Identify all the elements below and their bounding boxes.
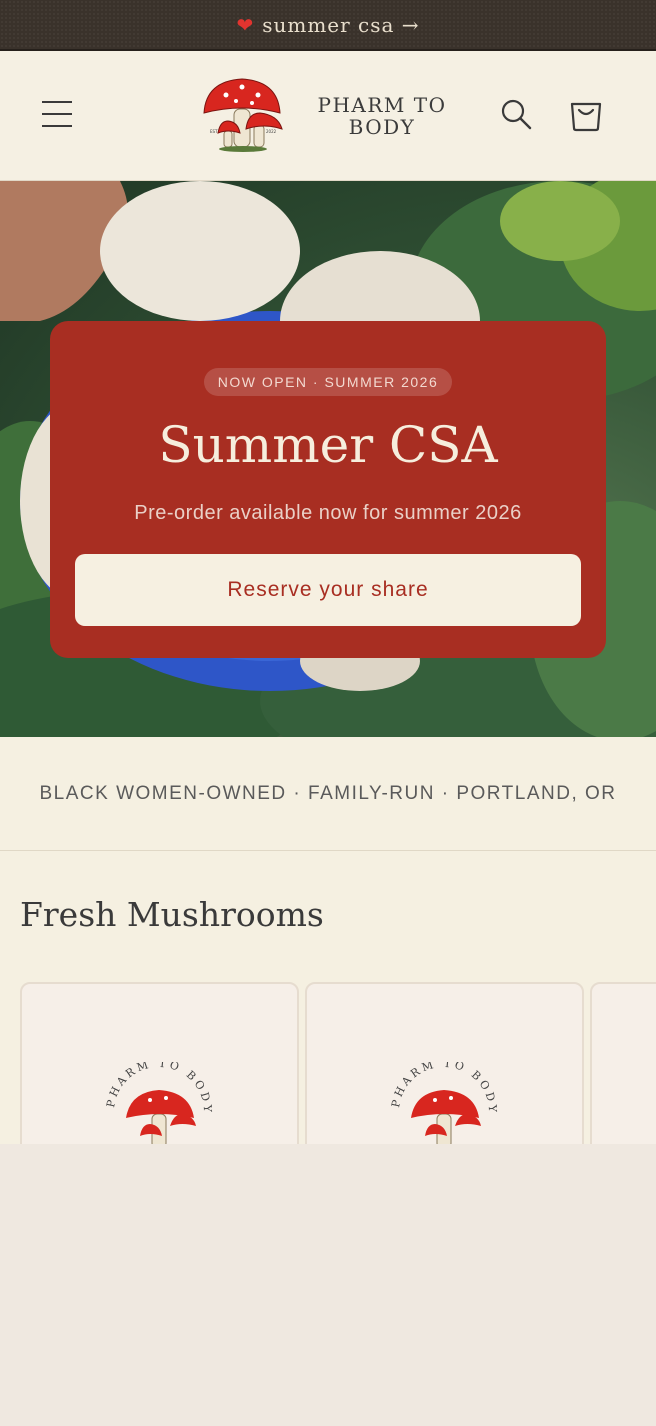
mushroom-logo-icon: PHARM TO BODY [104, 1062, 211, 1144]
svg-text:EST: EST [210, 129, 218, 134]
mushroom-logo-icon: PHARM TO BODY [389, 1062, 496, 1144]
heart-icon: ❤ [236, 12, 255, 37]
reserve-share-button[interactable]: Reserve your share [75, 554, 581, 626]
product-card[interactable]: PHARM TO BODY [305, 982, 584, 1144]
announcement-bar: ❤ summer csa → [0, 0, 656, 51]
section-title: Fresh Mushrooms [20, 895, 324, 934]
site-header: EST 2022 PHARM TO BODY [0, 51, 656, 181]
tagline-bar: BLACK WOMEN-OWNED · FAMILY-RUN · PORTLAN… [0, 737, 656, 851]
hero-subtitle: Pre-order available now for summer 2026 [134, 502, 522, 524]
tagline-text: BLACK WOMEN-OWNED · FAMILY-RUN · PORTLAN… [39, 782, 617, 804]
product-card[interactable]: PHARM TO BODY [20, 982, 299, 1144]
svg-text:2022: 2022 [266, 129, 277, 134]
cart-icon[interactable] [568, 96, 604, 132]
menu-button[interactable] [38, 97, 78, 133]
page-background [0, 1144, 656, 1426]
hero-title: Summer CSA [158, 416, 498, 474]
hero-banner: NOW OPEN · SUMMER 2026 Summer CSA Pre-or… [0, 181, 656, 737]
mushroom-logo-icon[interactable]: EST 2022 [196, 73, 290, 159]
brand-name[interactable]: PHARM TO BODY [312, 94, 452, 138]
search-icon[interactable] [499, 97, 533, 131]
announcement-link[interactable]: ❤ summer csa → [236, 13, 419, 37]
announcement-text: summer csa → [262, 12, 420, 37]
product-card[interactable] [590, 982, 656, 1144]
fresh-mushrooms-section: Fresh Mushrooms PHARM TO BODY PHARM TO B… [0, 851, 656, 1144]
hero-card: NOW OPEN · SUMMER 2026 Summer CSA Pre-or… [50, 321, 606, 658]
menu-icon [42, 101, 72, 103]
status-badge: NOW OPEN · SUMMER 2026 [204, 368, 452, 396]
